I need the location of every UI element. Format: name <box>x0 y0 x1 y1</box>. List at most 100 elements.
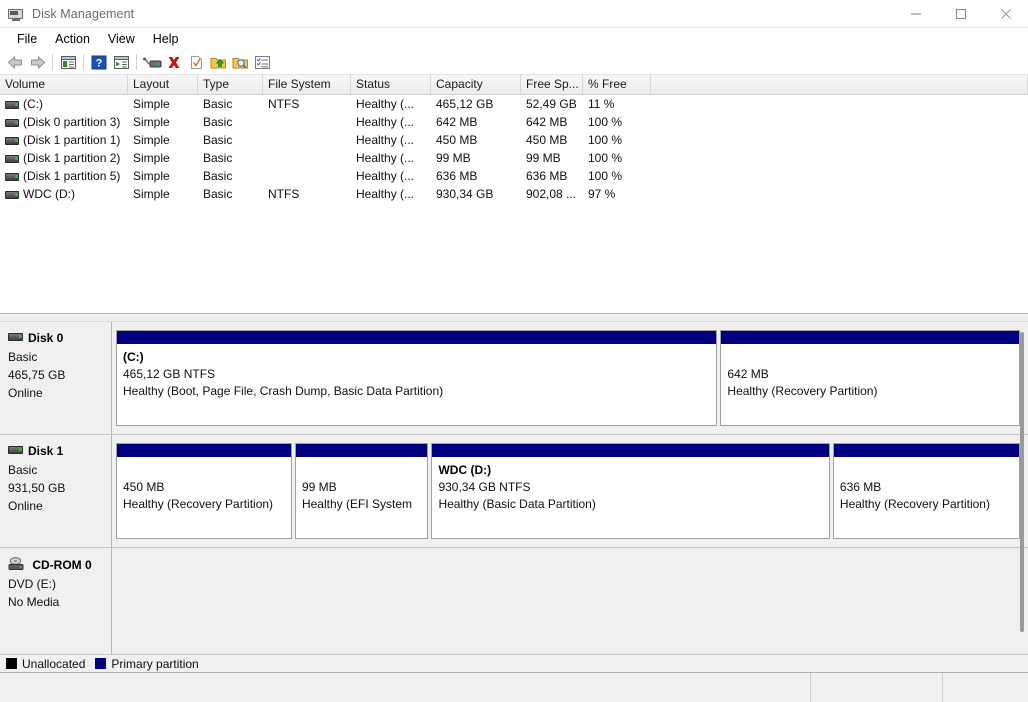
partition-type-bar <box>432 444 829 458</box>
disk-row: Disk 0 Basic 465,75 GB Online (C:) 465,12 GB … <box>0 322 1028 435</box>
cell-type: Basic <box>203 133 233 147</box>
partition-block[interactable]: WDC (D:) 930,34 GB NTFS Healthy (Basic Dat… <box>431 443 830 539</box>
partition-size: 642 MB <box>727 367 769 381</box>
partition-block[interactable]: 636 MB Healthy (Recovery Partition) <box>832 443 1021 539</box>
show-hide-action-pane-icon[interactable] <box>110 51 132 73</box>
cell-volume: (Disk 1 partition 2) <box>0 151 128 165</box>
disk-row: Disk 1 Basic 931,50 GB Online 450 MB Healthy … <box>0 435 1028 548</box>
partition-volume-name-blank <box>302 462 427 479</box>
rescan-disks-icon[interactable] <box>141 51 163 73</box>
show-hide-console-tree-icon[interactable] <box>57 51 79 73</box>
cell-file-system: NTFS <box>268 187 300 201</box>
cell-status: Healthy (... <box>356 133 415 147</box>
check-volume-icon[interactable] <box>185 51 207 73</box>
cdrom-info-panel[interactable]: CD-ROM 0 DVD (E:) No Media <box>0 548 112 654</box>
menu-item-action[interactable]: Action <box>46 29 99 49</box>
delete-icon[interactable] <box>163 51 185 73</box>
table-row[interactable]: (Disk 1 partition 1) Simple Basic Healthy (… <box>0 131 1028 149</box>
status-bar-panel-3 <box>943 673 1028 702</box>
column-header-filler <box>651 75 1028 94</box>
open-folder-up-icon[interactable] <box>207 51 229 73</box>
table-row[interactable]: WDC (D:) Simple Basic NTFS Healthy (... 930,3… <box>0 185 1028 203</box>
forward-icon[interactable] <box>26 51 48 73</box>
partition-size: 636 MB <box>839 480 882 494</box>
partition-block[interactable]: (C:) 465,12 GB NTFS Healthy (Boot, Page Fi… <box>116 330 718 426</box>
column-header-volume[interactable]: Volume <box>0 75 128 94</box>
cell-status: Healthy (... <box>356 115 415 129</box>
minimize-icon[interactable] <box>893 0 938 28</box>
legend-label-primary-partition: Primary partition <box>111 656 199 671</box>
column-header-free-space[interactable]: Free Sp... <box>521 75 583 94</box>
cell-type: Basic <box>203 97 233 111</box>
properties-icon[interactable] <box>251 51 273 73</box>
volume-list-view[interactable]: Volume Layout Type File System Status Ca… <box>0 75 1028 313</box>
cell-free-space: 99 MB <box>526 151 561 165</box>
cell-free-space: 636 MB <box>526 169 568 183</box>
menu-bar: File Action View Help <box>0 28 1028 50</box>
cell-percent-free: 100 % <box>588 151 623 165</box>
partition-volume-name-blank <box>727 349 1019 366</box>
column-header-type[interactable]: Type <box>198 75 263 94</box>
disk-info-panel[interactable]: Disk 0 Basic 465,75 GB Online <box>0 322 112 434</box>
menu-item-view[interactable]: View <box>99 29 144 49</box>
partition-block[interactable]: 99 MB Healthy (EFI System <box>294 443 429 539</box>
cell-status: Healthy (... <box>356 169 415 183</box>
cell-type: Basic <box>203 151 233 165</box>
disk-name-line: Disk 1 <box>8 444 111 458</box>
partition-details: 636 MB Healthy (Recovery Partition) <box>833 458 1020 538</box>
disk-name-line: Disk 0 <box>8 331 111 345</box>
table-row[interactable]: (C:) Simple Basic NTFS Healthy (... 465,12 GB… <box>0 95 1028 113</box>
partition-type-bar <box>295 444 428 458</box>
column-header-file-system[interactable]: File System <box>263 75 351 94</box>
volume-icon <box>5 100 19 109</box>
disk-type: Basic <box>8 463 38 477</box>
cell-layout: Simple <box>133 151 170 165</box>
disk-icon <box>8 333 23 341</box>
cell-volume: WDC (D:) <box>0 187 128 201</box>
partition-details: 642 MB Healthy (Recovery Partition) <box>721 345 1019 425</box>
menu-item-file[interactable]: File <box>8 29 46 49</box>
back-icon[interactable] <box>4 51 26 73</box>
pane-splitter[interactable] <box>0 313 1028 322</box>
column-header-capacity[interactable]: Capacity <box>431 75 521 94</box>
cdrom-row[interactable]: CD-ROM 0 DVD (E:) No Media <box>0 548 1028 654</box>
partition-details: 99 MB Healthy (EFI System <box>295 458 428 538</box>
cdrom-empty-area <box>112 548 1028 654</box>
table-row[interactable]: (Disk 1 partition 5) Simple Basic Healthy (… <box>0 167 1028 185</box>
explore-folder-icon[interactable] <box>229 51 251 73</box>
disk-label: Disk 1 <box>28 444 64 458</box>
cell-capacity: 450 MB <box>436 133 478 147</box>
disk-info-panel[interactable]: Disk 1 Basic 931,50 GB Online <box>0 435 112 547</box>
cell-status: Healthy (... <box>356 97 415 111</box>
cell-percent-free: 100 % <box>588 115 623 129</box>
help-icon[interactable]: ? <box>88 51 110 73</box>
partition-volume-name-blank <box>840 462 1019 479</box>
table-row[interactable]: (Disk 0 partition 3) Simple Basic Healthy (… <box>0 113 1028 131</box>
table-row[interactable]: (Disk 1 partition 2) Simple Basic Healthy (… <box>0 149 1028 167</box>
partition-block[interactable]: 642 MB Healthy (Recovery Partition) <box>720 330 1020 426</box>
graphview-scrollbar-thumb[interactable] <box>1020 332 1024 632</box>
disk-status: Online <box>8 386 43 400</box>
cell-percent-free: 100 % <box>588 169 623 183</box>
maximize-icon[interactable] <box>938 0 983 28</box>
cell-type: Basic <box>203 169 233 183</box>
cell-file-system: NTFS <box>268 97 300 111</box>
partition-type-bar <box>833 444 1020 458</box>
partition-status: Healthy (EFI System <box>301 497 412 511</box>
column-header-status[interactable]: Status <box>351 75 431 94</box>
partition-status: Healthy (Basic Data Partition) <box>438 497 596 511</box>
legend-swatch-unallocated <box>6 658 17 669</box>
cell-volume-label: (Disk 1 partition 2) <box>23 151 121 165</box>
column-header-layout[interactable]: Layout <box>128 75 198 94</box>
partition-block[interactable]: 450 MB Healthy (Recovery Partition) <box>116 443 292 539</box>
cell-free-space: 52,49 GB <box>526 97 577 111</box>
volume-list-body: (C:) Simple Basic NTFS Healthy (... 465,12 GB… <box>0 95 1028 203</box>
disk-type: Basic <box>8 350 38 364</box>
close-icon[interactable] <box>983 0 1028 28</box>
cell-volume-label: (Disk 0 partition 3) <box>23 115 121 129</box>
cell-layout: Simple <box>133 169 170 183</box>
menu-item-help[interactable]: Help <box>144 29 188 49</box>
column-header-percent-free[interactable]: % Free <box>583 75 651 94</box>
partition-volume-name: (C:) <box>123 350 144 364</box>
volume-list-header: Volume Layout Type File System Status Ca… <box>0 75 1028 95</box>
